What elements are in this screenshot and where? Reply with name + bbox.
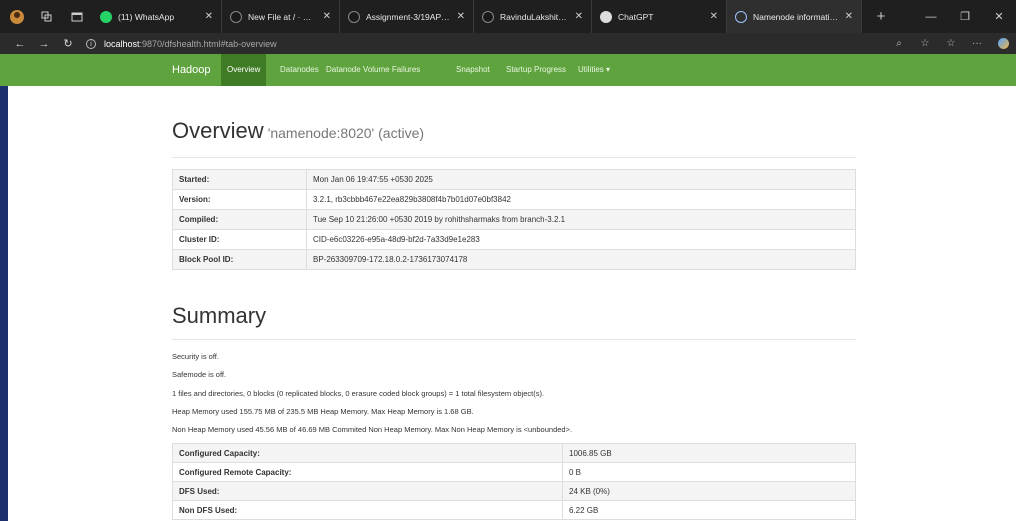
browser-window: (11) WhatsApp ✕ New File at / · KushaRa/… <box>0 0 1016 521</box>
close-tab-icon[interactable]: ✕ <box>575 11 583 22</box>
row-value: 3.2.1, rb3cbbb467e22ea829b3808f4b7b01d07… <box>306 189 856 210</box>
globe-icon <box>735 10 747 23</box>
tab-title: Namenode information <box>753 11 839 22</box>
non-heap-memory-text: Non Heap Memory used 45.56 MB of 46.69 M… <box>172 425 573 434</box>
page-viewport: Hadoop Overview Datanodes Datanode Volum… <box>0 54 1016 521</box>
row-key: Configured Remote Capacity: <box>172 462 563 482</box>
row-key: Started: <box>172 169 307 190</box>
table-row: Configured Capacity: 1006.85 GB <box>172 443 856 463</box>
browser-tab-github-new-file[interactable]: New File at / · KushaRa/Pi ✕ <box>222 0 340 33</box>
nav-datanodes[interactable]: Datanodes <box>274 54 325 86</box>
nav-snapshot[interactable]: Snapshot <box>450 54 496 86</box>
info-icon[interactable]: i <box>86 38 96 49</box>
github-icon <box>230 10 242 23</box>
url-host: localhost <box>104 38 140 49</box>
nav-overview[interactable]: Overview <box>221 54 267 86</box>
table-row: Version: 3.2.1, rb3cbbb467e22ea829b3808f4… <box>172 189 856 210</box>
table-row: Non DFS Used: 6.22 GB <box>172 500 856 520</box>
row-value: 1006.85 GB <box>562 443 856 463</box>
overview-heading: Overview'namenode:8020' (active) <box>172 118 424 144</box>
summary-divider <box>172 339 856 340</box>
reload-icon[interactable]: ↻ <box>56 33 80 54</box>
tab-title: New File at / · KushaRa/Pi <box>248 11 317 22</box>
favorites-icon[interactable]: ☆ <box>938 33 964 54</box>
tab-title: (11) WhatsApp <box>118 11 175 22</box>
browser-tab-namenode[interactable]: Namenode information ✕ <box>727 0 862 33</box>
row-value: Mon Jan 06 19:47:55 +0530 2025 <box>306 169 856 190</box>
table-row: Block Pool ID: BP-263309709-172.18.0.2-17… <box>172 249 856 270</box>
tab-strip: (11) WhatsApp ✕ New File at / · KushaRa/… <box>0 0 1016 33</box>
row-key: Block Pool ID: <box>172 249 307 270</box>
close-tab-icon[interactable]: ✕ <box>457 11 465 22</box>
browser-tab-chatgpt[interactable]: ChatGPT ✕ <box>592 0 727 33</box>
row-key: Non DFS Used: <box>172 500 563 520</box>
chatgpt-icon <box>600 10 612 23</box>
address-bar: ← → ↻ i localhost:9870/dfshealth.html#ta… <box>0 33 1016 54</box>
browser-tab-github-parallel[interactable]: RavinduLakshitha-Parallel ✕ <box>474 0 592 33</box>
table-row: Configured Remote Capacity: 0 B <box>172 462 856 482</box>
new-tab-icon[interactable]: + <box>870 6 892 28</box>
zoom-icon[interactable]: ⌕ <box>886 33 912 54</box>
overview-subtitle: 'namenode:8020' (active) <box>267 125 425 141</box>
close-tab-icon[interactable]: ✕ <box>205 11 213 22</box>
row-key: Cluster ID: <box>172 229 307 250</box>
tab-title: RavinduLakshitha-Parallel <box>500 11 569 22</box>
table-row: DFS Used: 24 KB (0%) <box>172 481 856 501</box>
close-tab-icon[interactable]: ✕ <box>710 11 718 22</box>
browser-tab-whatsapp[interactable]: (11) WhatsApp ✕ <box>92 0 222 33</box>
heap-memory-text: Heap Memory used 155.75 MB of 235.5 MB H… <box>172 407 474 416</box>
minimize-icon[interactable]: — <box>914 0 948 33</box>
favorite-star-icon[interactable]: ☆ <box>912 33 938 54</box>
security-status: Security is off. <box>172 352 219 361</box>
url-field[interactable]: i localhost:9870/dfshealth.html#tab-over… <box>86 35 886 52</box>
summary-heading: Summary <box>172 303 267 328</box>
nav-startup-progress[interactable]: Startup Progress <box>500 54 572 86</box>
tab-title: ChatGPT <box>618 11 654 22</box>
row-value: CID-e6c03226-e95a-48d9-bf2d-7a33d9e1e283 <box>306 229 856 250</box>
tab-actions-icon[interactable] <box>66 6 88 28</box>
close-tab-icon[interactable]: ✕ <box>323 11 331 22</box>
filesystem-objects-text: 1 files and directories, 0 blocks (0 rep… <box>172 389 545 398</box>
github-icon <box>348 10 360 23</box>
row-value: 24 KB (0%) <box>562 481 856 501</box>
workspaces-icon[interactable] <box>36 6 58 28</box>
nav-datanode-volume-failures[interactable]: Datanode Volume Failures <box>320 54 426 86</box>
row-key: DFS Used: <box>172 481 563 501</box>
table-row: Cluster ID: CID-e6c03226-e95a-48d9-bf2d-7… <box>172 229 856 250</box>
row-value: Tue Sep 10 21:26:00 +0530 2019 by rohith… <box>306 209 856 230</box>
profile-avatar-icon[interactable] <box>6 6 28 28</box>
overview-divider <box>172 157 856 158</box>
close-window-icon[interactable]: ✕ <box>982 0 1016 33</box>
nav-utilities-dropdown[interactable]: Utilities ▾ <box>572 54 616 86</box>
forward-arrow-icon[interactable]: → <box>32 33 56 54</box>
row-value: 0 B <box>562 462 856 482</box>
tab-title: Assignment-3/19APSE43 <box>366 11 451 22</box>
overview-table: Started: Mon Jan 06 19:47:55 +0530 2025 V… <box>172 169 856 270</box>
back-arrow-icon[interactable]: ← <box>8 33 32 54</box>
github-icon <box>482 10 494 23</box>
safemode-status: Safemode is off. <box>172 370 227 379</box>
whatsapp-icon <box>100 10 112 23</box>
row-key: Compiled: <box>172 209 307 230</box>
row-value: BP-263309709-172.18.0.2-1736173074178 <box>306 249 856 270</box>
browser-tab-github-assignment[interactable]: Assignment-3/19APSE43 ✕ <box>340 0 474 33</box>
table-row: Started: Mon Jan 06 19:47:55 +0530 2025 <box>172 169 856 190</box>
hadoop-navbar: Hadoop Overview Datanodes Datanode Volum… <box>0 54 1016 86</box>
maximize-icon[interactable]: ❐ <box>948 0 982 33</box>
table-row: Compiled: Tue Sep 10 21:26:00 +0530 2019 … <box>172 209 856 230</box>
window-edge <box>0 54 8 521</box>
close-tab-icon[interactable]: ✕ <box>845 11 853 22</box>
capacity-table: Configured Capacity: 1006.85 GB Configure… <box>172 443 856 520</box>
more-icon[interactable]: ··· <box>964 33 990 54</box>
row-value: 6.22 GB <box>562 500 856 520</box>
url-path: :9870/dfshealth.html#tab-overview <box>139 38 277 49</box>
row-key: Configured Capacity: <box>172 443 563 463</box>
copilot-icon[interactable] <box>990 33 1016 54</box>
row-key: Version: <box>172 189 307 210</box>
hadoop-brand-link[interactable]: Hadoop <box>172 54 211 86</box>
overview-title-text: Overview <box>172 118 264 143</box>
